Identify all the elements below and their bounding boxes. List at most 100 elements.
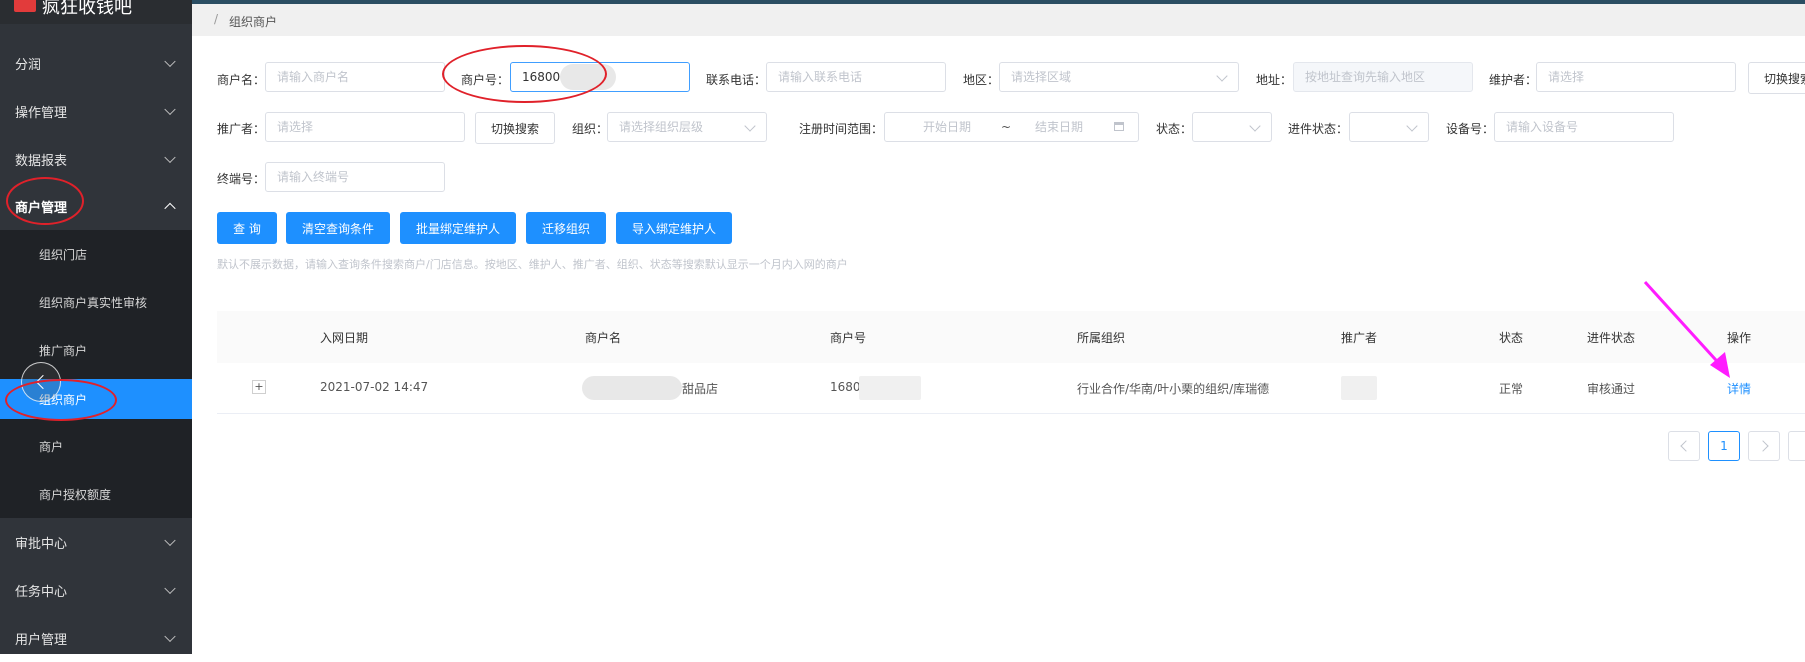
search-hint-text: 默认不展示数据，请输入查询条件搜索商户/门店信息。按地区、维护人、推广者、组织、… [217,258,848,271]
submenu-item-merchants[interactable]: 商户 [0,422,192,470]
sidebar-item-operations[interactable]: 操作管理 [0,87,192,135]
query-button[interactable]: 查 询 [217,212,277,244]
cell-date: 2021-07-02 14:47 [320,380,429,394]
promoter-select[interactable]: 请选择 [265,112,465,142]
promoter-label: 推广者： [217,122,266,136]
reg-date-range[interactable]: 开始日期 ~ 结束日期 [884,112,1139,142]
prev-page-button[interactable] [1668,431,1700,461]
submenu-item-label: 商户 [39,439,64,454]
breadcrumb: / 组织商户 [192,4,1805,36]
column-header: 商户名 [585,331,622,345]
annotation-arrow [1643,280,1730,378]
phone-label: 联系电话： [706,73,767,87]
maintainer-label: 维护者： [1489,73,1538,87]
calendar-icon [1114,122,1124,131]
column-header: 推广者 [1341,331,1378,345]
sidebar-item-users[interactable]: 用户管理 [0,614,192,662]
chevron-right-icon [1756,440,1769,452]
sidebar-item-label: 任务中心 [15,584,68,600]
expand-row-button[interactable]: + [252,380,266,394]
import-bind-maintainer-button[interactable]: 导入绑定维护人 [616,212,732,244]
breadcrumb-separator: / [214,12,219,26]
device-no-input[interactable]: 请输入设备号 [1494,112,1674,142]
table-header: 入网日期 商户名 商户号 所属组织 推广者 状态 进件状态 操作 [217,311,1805,364]
chevron-down-icon [1216,70,1228,82]
sidebar-item-label: 数据报表 [15,153,68,169]
chevron-down-icon [164,151,176,164]
maintainer-select[interactable]: 请选择 [1536,62,1736,92]
cell-entry-status: 审核通过 [1587,382,1636,396]
submenu-item-label: 推广商户 [39,343,88,358]
sidebar-item-profit-share[interactable]: 分润 [0,39,192,87]
chevron-down-icon [164,630,176,643]
chevron-down-icon [164,103,176,116]
sidebar-item-label: 审批中心 [15,536,68,552]
submenu-item-label: 组织商户真实性审核 [39,295,148,310]
switch-search-button-2[interactable]: 切换搜索 [475,112,555,144]
redaction-blur [582,376,682,400]
region-select-placeholder: 请选择区域 [1011,70,1072,84]
address-input: 按地址查询先输入地区 [1293,62,1473,92]
sidebar: 疯狂收钱吧 分润 操作管理 数据报表 商户管理 组织门店 组织商户真实性审核 推… [0,0,192,654]
merchant-name-label: 商户名： [217,73,266,87]
status-select[interactable] [1192,112,1272,142]
submenu-item-merchant-credit[interactable]: 商户授权额度 [0,470,192,518]
status-label: 状态： [1156,122,1193,136]
batch-bind-maintainer-button[interactable]: 批量绑定维护人 [400,212,516,244]
next-page-button[interactable] [1748,431,1780,461]
start-date-placeholder: 开始日期 [923,120,972,134]
column-header: 进件状态 [1587,331,1636,345]
org-select[interactable]: 请选择组织层级 [607,112,767,142]
submenu-item-label: 商户授权额度 [39,487,112,502]
chevron-left-icon [1679,440,1692,452]
sidebar-item-label: 用户管理 [15,632,68,648]
column-header: 入网日期 [320,331,369,345]
brand-logo [14,0,36,12]
entry-status-select[interactable] [1349,112,1429,142]
cell-org: 行业合作/华南/叶小栗的组织/库瑞德 [1077,382,1270,396]
region-select[interactable]: 请选择区域 [999,62,1239,92]
cell-merchant-no: 1680 [830,380,861,394]
sidebar-item-approval[interactable]: 审批中心 [0,518,192,566]
chevron-down-icon [744,120,756,132]
annotation-circle-merchant-management [6,177,84,225]
cell-status: 正常 [1499,382,1524,396]
chevron-down-icon [164,582,176,595]
phone-input[interactable]: 请输入联系电话 [766,62,946,92]
submenu-item-label: 组织门店 [39,247,88,262]
device-no-label: 设备号： [1446,122,1495,136]
table-row: + 2021-07-02 14:47 甜品店 1680 行业合作/华南/叶小栗的… [217,363,1805,414]
terminal-no-input[interactable]: 请输入终端号 [265,162,445,192]
brand-text: 疯狂收钱吧 [42,0,132,18]
brand: 疯狂收钱吧 [0,0,192,24]
migrate-org-button[interactable]: 迁移组织 [526,212,606,244]
chevron-down-icon [1249,120,1261,132]
submenu-item-org-merchant-verify[interactable]: 组织商户真实性审核 [0,278,192,326]
clear-conditions-button[interactable]: 清空查询条件 [286,212,390,244]
chevron-up-icon [164,202,176,215]
sidebar-item-reports[interactable]: 数据报表 [0,135,192,183]
page-size-select[interactable] [1788,431,1805,461]
annotation-circle-merchant-no [442,45,607,103]
terminal-no-label: 终端号： [217,172,266,186]
merchant-name-input[interactable]: 请输入商户名 [265,62,445,92]
sidebar-item-tasks[interactable]: 任务中心 [0,566,192,614]
annotation-circle-org-merchants [5,379,117,421]
redaction-blur [859,376,921,400]
redaction-blur [1341,376,1377,400]
end-date-placeholder: 结束日期 [1035,120,1084,134]
switch-search-button-1[interactable]: 切换搜索 [1748,62,1805,94]
sidebar-item-label: 操作管理 [15,105,68,121]
org-label: 组织： [572,122,609,136]
chevron-down-icon [164,534,176,547]
submenu-item-org-stores[interactable]: 组织门店 [0,230,192,278]
chevron-down-icon [1406,120,1418,132]
column-header: 所属组织 [1077,331,1126,345]
cell-merchant-name: 甜品店 [682,382,719,396]
reg-range-label: 注册时间范围： [799,122,884,136]
org-select-placeholder: 请选择组织层级 [619,120,704,134]
page-number-current[interactable]: 1 [1708,431,1740,461]
chevron-down-icon [164,55,176,68]
entry-status-label: 进件状态： [1288,122,1349,136]
region-label: 地区： [963,73,1000,87]
